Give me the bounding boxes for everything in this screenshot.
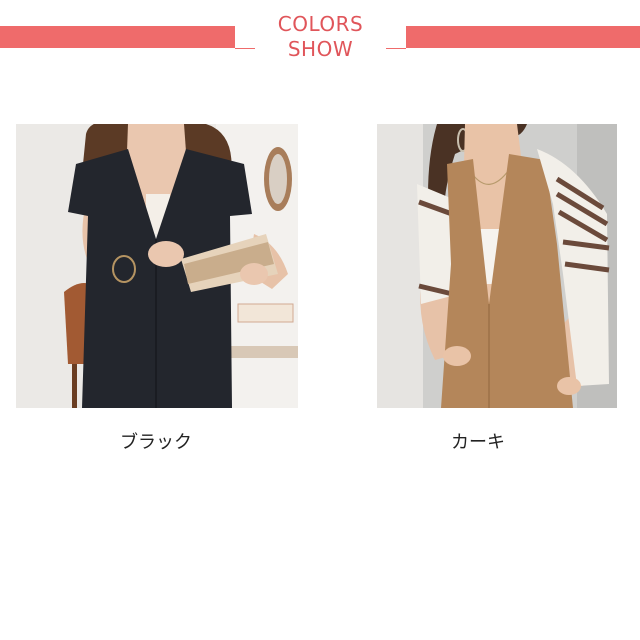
variant-label-black: ブラック	[120, 432, 192, 453]
product-photo-khaki[interactable]	[377, 124, 617, 408]
header-band-right	[406, 26, 640, 48]
header-underline-left	[235, 48, 255, 49]
header-band-left	[0, 26, 235, 48]
header-underline-right	[386, 48, 406, 49]
section-title: COLORS SHOW	[255, 12, 386, 62]
title-line-show: SHOW	[287, 37, 354, 61]
variant-label-khaki: カーキ	[451, 432, 505, 453]
product-photo-black[interactable]	[16, 124, 298, 408]
photo-khaki-illustration	[377, 124, 617, 408]
photo-black-illustration	[16, 124, 298, 408]
title-line-colors: COLORS	[277, 12, 364, 36]
